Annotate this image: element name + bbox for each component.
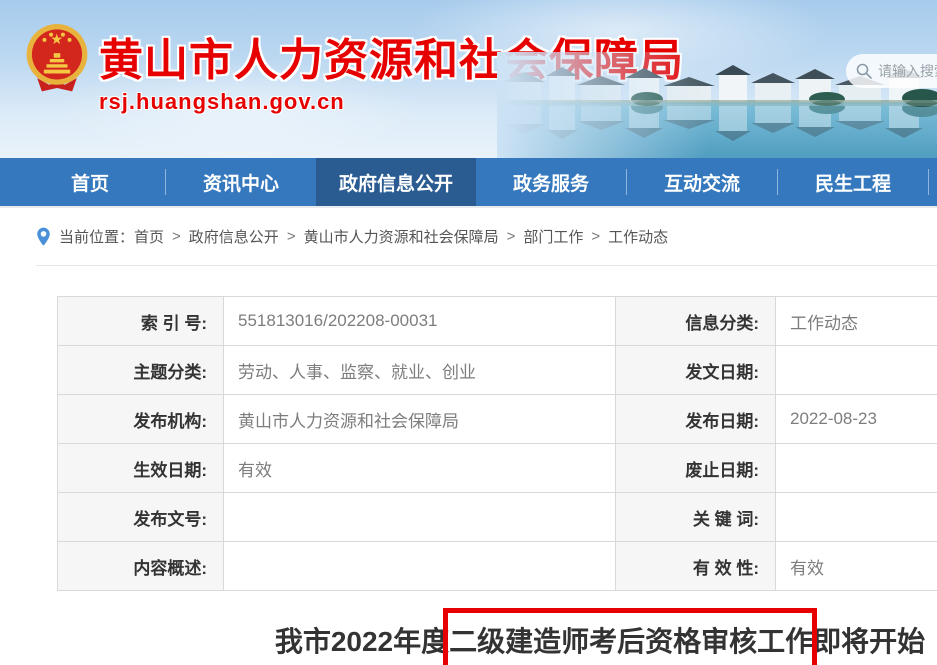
breadcrumb-separator: > bbox=[507, 228, 516, 245]
table-row: 发布文号: 关 键 词: bbox=[58, 493, 937, 542]
breadcrumb-separator: > bbox=[287, 228, 296, 245]
nav-item-gov-info-disclosure[interactable]: 政府信息公开 bbox=[316, 158, 476, 206]
nav-item-label: 首页 bbox=[71, 169, 109, 196]
article-title-prefix: 我市2022年度 bbox=[275, 626, 449, 657]
info-label: 有 效 性: bbox=[616, 542, 776, 591]
breadcrumb-link-department-work[interactable]: 部门工作 bbox=[523, 226, 583, 247]
info-label: 内容概述: bbox=[58, 542, 224, 591]
table-row: 生效日期: 有效 废止日期: bbox=[58, 444, 937, 493]
location-pin-icon bbox=[36, 227, 51, 247]
breadcrumb-separator: > bbox=[172, 228, 181, 245]
info-value: 工作动态 bbox=[776, 297, 937, 346]
info-value: 劳动、人事、监察、就业、创业 bbox=[224, 346, 616, 395]
article-title-highlight: 二级建造师考后资格审核工作 bbox=[449, 620, 813, 660]
info-label: 主题分类: bbox=[58, 346, 224, 395]
nav-item-livelihood-projects[interactable]: 民生工程 bbox=[778, 158, 928, 206]
info-label: 信息分类: bbox=[616, 297, 776, 346]
search-input[interactable] bbox=[878, 63, 937, 79]
info-label: 关 键 词: bbox=[616, 493, 776, 542]
info-value: 有效 bbox=[776, 542, 937, 591]
article-title-suffix: 即将开始 bbox=[813, 626, 925, 657]
breadcrumb-current-work-trends: 工作动态 bbox=[608, 226, 668, 247]
nav-item-gov-services[interactable]: 政务服务 bbox=[476, 158, 626, 206]
table-row: 索 引 号: 551813016/202208-00031 信息分类: 工作动态 bbox=[58, 297, 937, 346]
breadcrumb-separator: > bbox=[591, 228, 600, 245]
breadcrumb-link-home[interactable]: 首页 bbox=[134, 226, 164, 247]
info-value: 黄山市人力资源和社会保障局 bbox=[224, 395, 616, 444]
article-title: 我市2022年度二级建造师考后资格审核工作即将开始 bbox=[0, 620, 937, 660]
info-label: 发布文号: bbox=[58, 493, 224, 542]
nav-item-label: 政府信息公开 bbox=[339, 169, 453, 196]
info-label: 发文日期: bbox=[616, 346, 776, 395]
info-value bbox=[776, 444, 937, 493]
info-label: 废止日期: bbox=[616, 444, 776, 493]
info-label: 索 引 号: bbox=[58, 297, 224, 346]
breadcrumb-link-bureau[interactable]: 黄山市人力资源和社会保障局 bbox=[304, 226, 499, 247]
search-box bbox=[846, 54, 937, 88]
info-value bbox=[224, 493, 616, 542]
info-label: 生效日期: bbox=[58, 444, 224, 493]
info-value: 2022-08-23 bbox=[776, 395, 937, 444]
breadcrumb-link-gov-info[interactable]: 政府信息公开 bbox=[189, 226, 279, 247]
info-label: 发布日期: bbox=[616, 395, 776, 444]
search-icon bbox=[856, 63, 872, 79]
nav-item-interaction[interactable]: 互动交流 bbox=[627, 158, 777, 206]
main-nav: 首页 资讯中心 政府信息公开 政务服务 互动交流 民生工程 bbox=[0, 158, 937, 208]
table-row: 主题分类: 劳动、人事、监察、就业、创业 发文日期: bbox=[58, 346, 937, 395]
nav-divider bbox=[928, 169, 929, 195]
table-row: 发布机构: 黄山市人力资源和社会保障局 发布日期: 2022-08-23 bbox=[58, 395, 937, 444]
nav-item-label: 资讯中心 bbox=[203, 169, 279, 196]
info-value bbox=[776, 346, 937, 395]
nav-item-label: 互动交流 bbox=[664, 169, 740, 196]
breadcrumb-prefix: 当前位置： bbox=[59, 226, 134, 247]
content-divider bbox=[36, 265, 937, 266]
national-emblem-icon bbox=[24, 21, 90, 101]
national-emblem-logo bbox=[24, 21, 90, 106]
site-header: 黄山市人力资源和社会保障局 rsj.huangshan.gov.cn bbox=[0, 0, 937, 158]
article-title-highlight-text: 二级建造师考后资格审核工作 bbox=[449, 626, 813, 657]
table-row: 内容概述: 有 效 性: 有效 bbox=[58, 542, 937, 591]
nav-item-news-center[interactable]: 资讯中心 bbox=[166, 158, 316, 206]
nav-item-label: 民生工程 bbox=[815, 169, 891, 196]
nav-item-home[interactable]: 首页 bbox=[15, 158, 165, 206]
info-value bbox=[224, 542, 616, 591]
info-value: 有效 bbox=[224, 444, 616, 493]
nav-item-label: 政务服务 bbox=[513, 169, 589, 196]
info-value bbox=[776, 493, 937, 542]
page: 黄山市人力资源和社会保障局 rsj.huangshan.gov.cn bbox=[0, 0, 937, 660]
info-value: 551813016/202208-00031 bbox=[224, 297, 616, 346]
breadcrumb: 当前位置： 首页 > 政府信息公开 > 黄山市人力资源和社会保障局 > 部门工作… bbox=[0, 208, 937, 265]
info-label: 发布机构: bbox=[58, 395, 224, 444]
document-info-table: 索 引 号: 551813016/202208-00031 信息分类: 工作动态… bbox=[57, 296, 937, 591]
